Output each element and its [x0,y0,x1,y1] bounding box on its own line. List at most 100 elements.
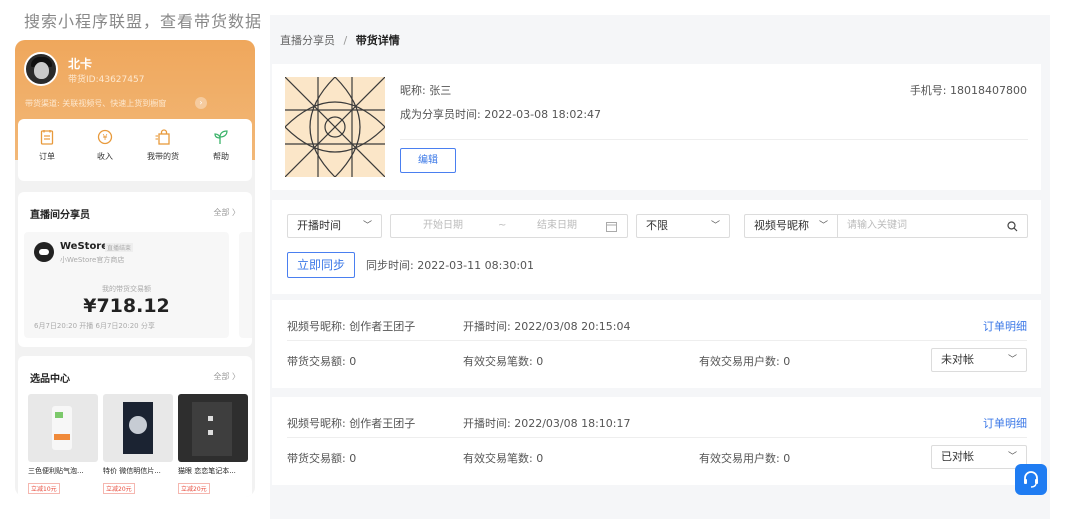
filter-card: 开播时间 ﹀ 开始日期 ~ 结束日期 不限 ﹀ 视频号昵称 ﹀ 请输入关键词 立即同步… [272,200,1041,294]
product-image [178,394,248,462]
menu-item-income[interactable]: ¥ 收入 [76,129,134,162]
income-icon: ¥ [97,129,113,145]
record-start-time: 开播时间: 2022/03/08 18:10:17 [463,417,631,430]
keyword-search-input[interactable]: 请输入关键词 [837,214,1028,238]
calendar-icon [606,222,617,232]
user-channel: 带货渠道: 关联视频号、快速上货到橱窗 [25,99,167,108]
phone-frame: 北卡 带货ID:43627457 带货渠道: 关联视频号、快速上货到橱窗 › 订… [15,40,255,497]
customer-service-button[interactable] [1015,464,1047,495]
preview-title: 搜索小程序联盟，查看带货数据 [24,12,263,31]
time-type-select[interactable]: 开播时间 ﹀ [287,214,382,238]
start-date-input[interactable]: 开始日期 [423,215,463,237]
select-value: 不限 [646,219,668,232]
amount-value: ¥718.12 [83,295,170,317]
breadcrumb-parent[interactable]: 直播分享员 [280,34,335,47]
order-detail-link[interactable]: 订单明细 [983,415,1027,431]
quick-menu: 订单 ¥ 收入 我带的货 帮助 [18,119,252,181]
search-placeholder: 请输入关键词 [847,220,907,231]
record-orders: 有效交易笔数: 0 [463,355,544,368]
store-card[interactable]: WeStore 直播结束 小WeStore官方商店 我的带货交易额 ¥718.1… [24,232,229,338]
live-record-card: 视频号昵称: 创作者王团子 开播时间: 2022/03/08 20:15:04 … [272,300,1041,388]
view-all-link[interactable]: 全部 〉 [213,371,240,382]
chevron-down-icon: ﹀ [818,221,828,231]
breadcrumb: 直播分享员 / 带货详情 [280,32,400,48]
svg-text:¥: ¥ [102,133,107,142]
bag-icon [155,129,170,145]
order-detail-link[interactable]: 订单明细 [983,318,1027,334]
sharer-since: 成为分享员时间: 2022-03-08 18:02:47 [400,108,602,121]
status-select[interactable]: 不限 ﹀ [636,214,730,238]
product-card[interactable]: 三色便利贴气泡... 立减10元 [28,394,98,495]
record-nickname: 视频号昵称: 创作者王团子 [287,417,416,430]
menu-label: 帮助 [213,152,229,161]
sprout-icon [214,130,228,144]
sync-time: 同步时间: 2022-03-11 08:30:01 [366,259,535,272]
amount-label: 我的带货交易额 [102,285,151,293]
channel-arrow-icon[interactable]: › [195,97,207,109]
westore-logo-icon [34,242,54,262]
store-name: WeStore [60,241,109,252]
breadcrumb-current: 带货详情 [355,34,400,47]
divider [400,139,1028,140]
record-gmv: 带货交易额: 0 [287,355,357,368]
section-title: 选品中心 [30,374,70,385]
product-card[interactable]: 特价 微信明信片... 立减20元 [103,394,173,495]
menu-label: 订单 [39,152,55,161]
mini-program-preview: 搜索小程序联盟，查看带货数据 北卡 带货ID:43627457 带货渠道: 关联… [0,0,262,519]
product-center-section: 选品中心 全部 〉 三色便利贴气泡... 立减10元 特价 微信明信片... 立… [18,356,252,497]
range-separator: ~ [498,220,507,231]
menu-item-orders[interactable]: 订单 [18,129,76,162]
end-date-input[interactable]: 结束日期 [537,215,577,237]
phone-number: 手机号: 18018407800 [909,84,1027,97]
chevron-down-icon: ﹀ [710,221,720,231]
discount-tag: 立减20元 [178,483,210,494]
live-sharer-section: 直播间分享员 全部 〉 WeStore 直播结束 小WeStore官方商店 我的… [18,192,252,347]
menu-label: 我带的货 [147,152,179,161]
date-range-picker[interactable]: 开始日期 ~ 结束日期 [390,214,628,238]
nickname: 昵称: 张三 [400,84,452,97]
menu-item-help[interactable]: 帮助 [192,129,250,162]
product-card[interactable]: 猫眼 恋恋笔记本... 立减20元 [178,394,248,495]
store-time: 6月7日20:20 开播 6月7日20:20 分享 [34,322,155,330]
divider [287,437,1027,438]
record-start-time: 开播时间: 2022/03/08 20:15:04 [463,320,631,333]
store-sub: 小WeStore官方商店 [60,256,125,264]
profile-card: 昵称: 张三 成为分享员时间: 2022-03-08 18:02:47 手机号:… [272,64,1041,190]
avatar [24,52,58,86]
edit-button[interactable]: 编辑 [400,148,456,173]
select-value: 视频号昵称 [754,219,809,232]
headset-icon [1024,471,1038,488]
record-users: 有效交易用户数: 0 [699,355,791,368]
product-name: 猫眼 恋恋笔记本... [178,467,236,475]
sync-now-button[interactable]: 立即同步 [287,252,355,278]
discount-tag: 立减20元 [103,483,135,494]
user-id: 带货ID:43627457 [68,75,145,85]
record-nickname: 视频号昵称: 创作者王团子 [287,320,416,333]
divider [287,340,1027,341]
reconcile-status-select[interactable]: 已对帐 ﹀ [931,445,1027,469]
product-image [103,394,173,462]
detail-panel: 直播分享员 / 带货详情 昵称: 张三 成为分享员时间: 2022-03-08 … [270,15,1050,519]
select-value: 已对帐 [941,450,974,463]
search-icon[interactable] [1007,221,1018,232]
select-value: 未对帐 [941,353,974,366]
user-name: 北卡 [68,57,93,71]
breadcrumb-separator: / [343,34,348,47]
order-icon [40,130,54,145]
status-badge: 直播结束 [105,243,134,252]
view-all-link[interactable]: 全部 〉 [213,207,240,218]
reconcile-status-select[interactable]: 未对帐 ﹀ [931,348,1027,372]
menu-label: 收入 [97,152,113,161]
select-value: 开播时间 [297,219,341,232]
product-image [28,394,98,462]
menu-item-my-goods[interactable]: 我带的货 [134,129,192,162]
product-name: 特价 微信明信片... [103,467,161,475]
product-name: 三色便利贴气泡... [28,467,84,475]
keyword-type-select[interactable]: 视频号昵称 ﹀ [744,214,837,238]
discount-tag: 立减10元 [28,483,60,494]
store-card-next[interactable] [239,232,252,338]
record-gmv: 带货交易额: 0 [287,452,357,465]
profile-picture [284,76,386,178]
chevron-down-icon: ﹀ [362,221,372,231]
section-title: 直播间分享员 [30,210,90,221]
